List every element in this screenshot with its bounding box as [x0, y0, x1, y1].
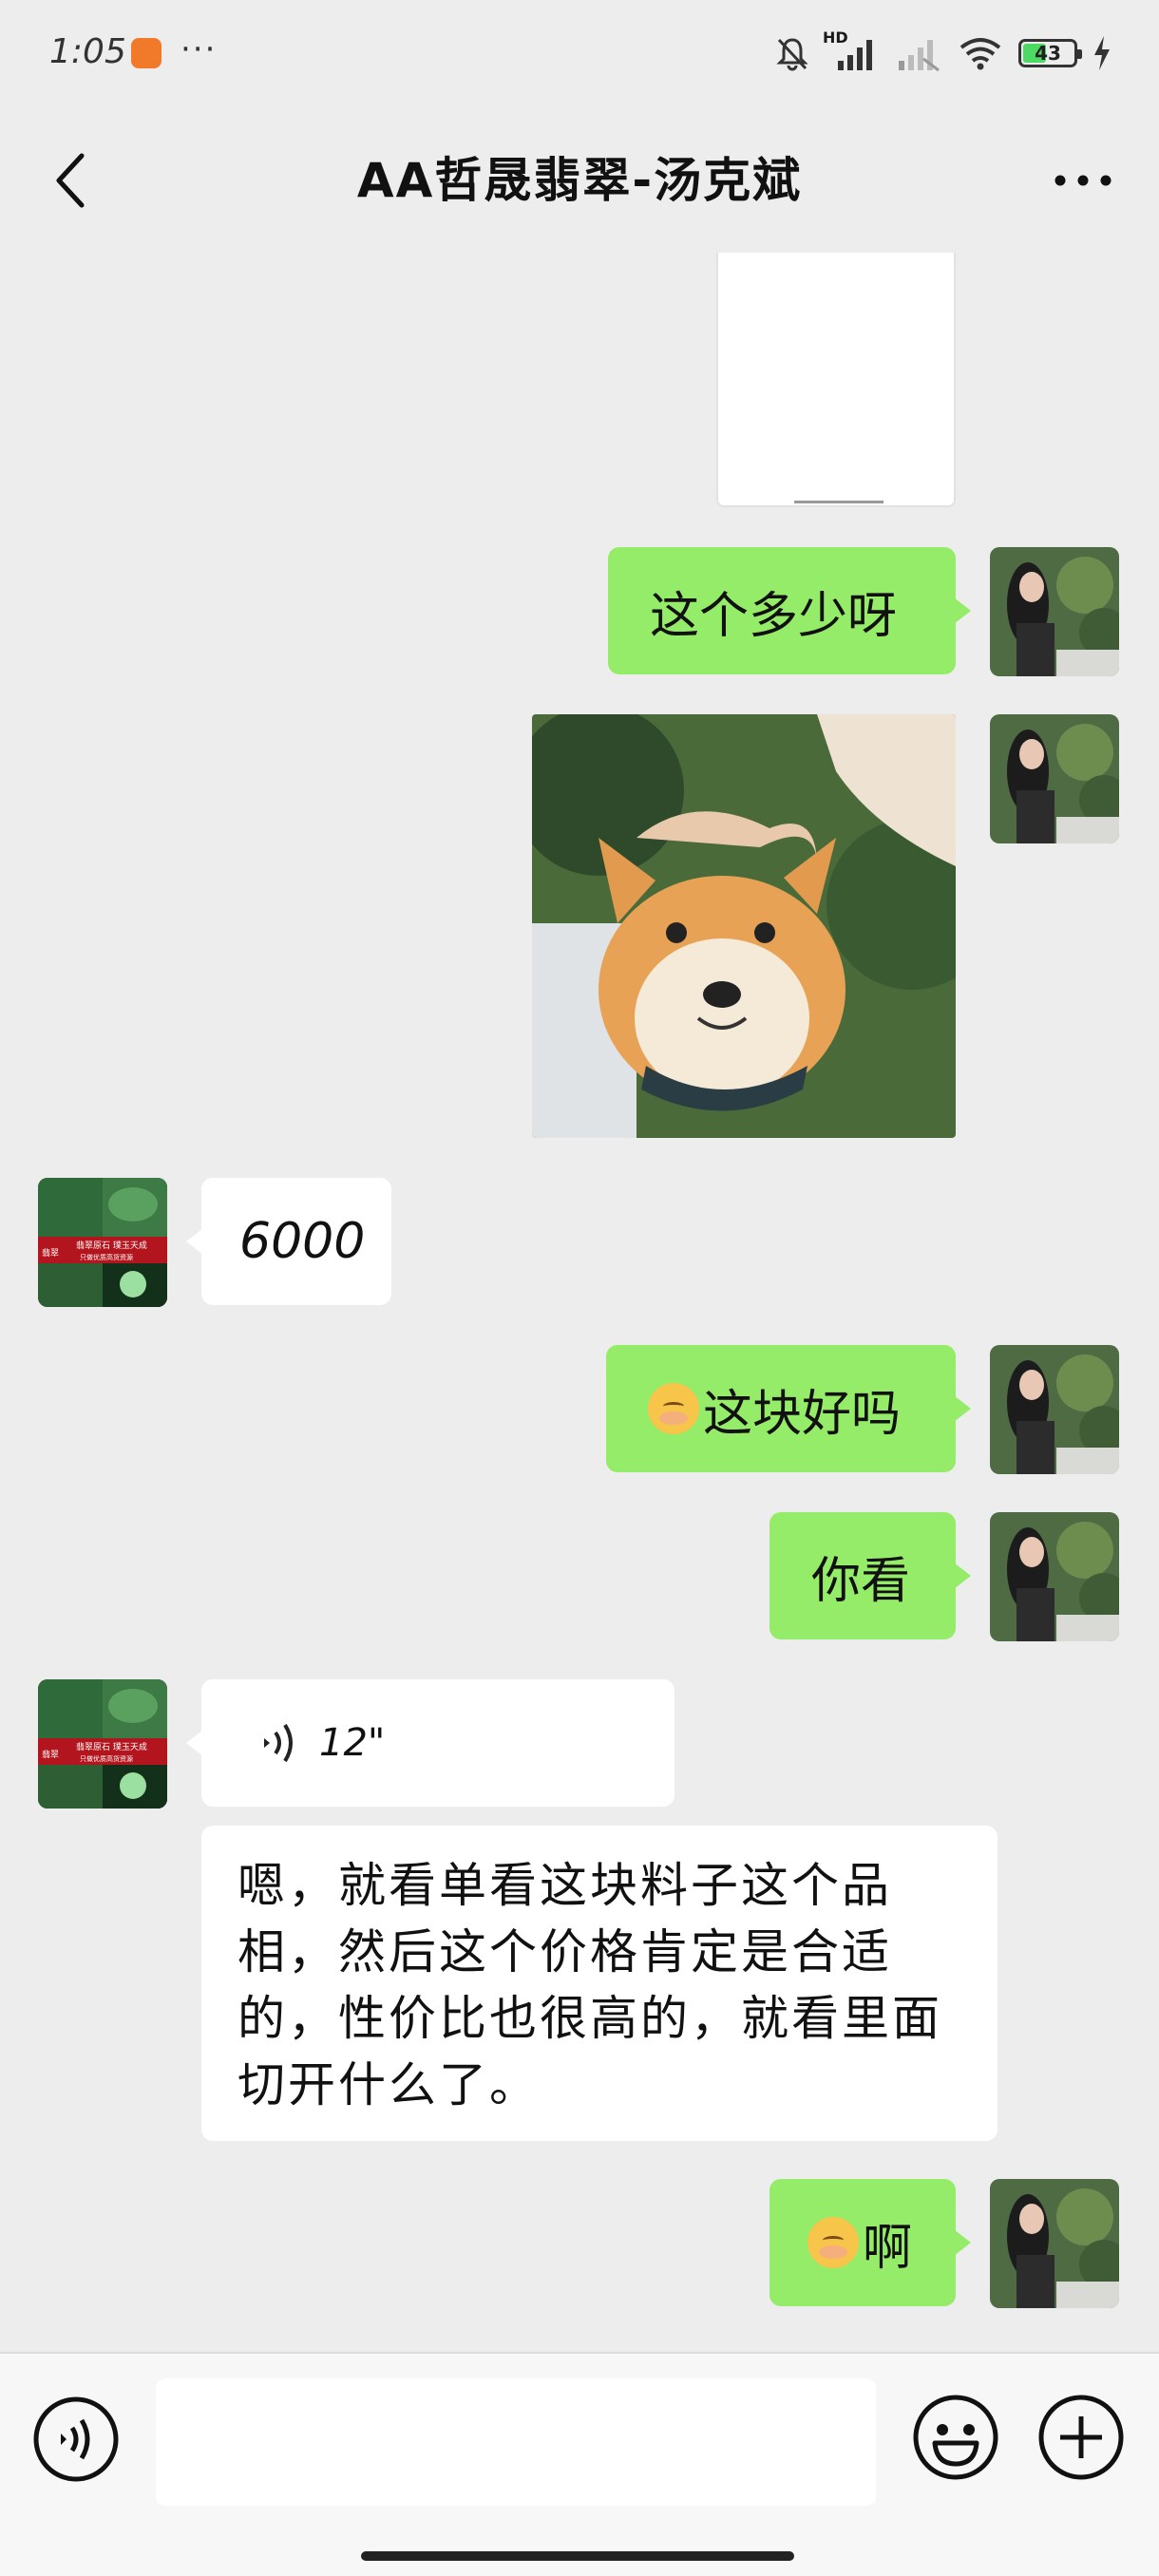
- more-notifications-icon: ···: [180, 30, 218, 68]
- contact-avatar-image: 翡翠原石 璞玉天成 只做优质高货资源 翡翠: [38, 1178, 167, 1307]
- voice-input-icon[interactable]: [32, 2396, 120, 2483]
- message-image-dog[interactable]: [532, 714, 956, 1138]
- plus-circle-icon[interactable]: [1037, 2394, 1125, 2481]
- avatar-caption-2: 只做优质高货资源: [80, 1253, 133, 1261]
- avatar-caption-side: 翡翠: [42, 1749, 59, 1760]
- message-input[interactable]: [156, 2378, 876, 2506]
- my-avatar-image: [990, 1512, 1119, 1641]
- avatar-caption-1: 翡翠原石 璞玉天成: [76, 1741, 147, 1752]
- wifi-icon: [960, 38, 1001, 70]
- status-icons: HD 43: [773, 28, 1112, 72]
- message-bubble-received[interactable]: 6000: [186, 1178, 391, 1305]
- back-button[interactable]: [44, 142, 101, 218]
- message-bubble-sent[interactable]: 你看: [770, 1512, 971, 1639]
- my-avatar[interactable]: [990, 2179, 1119, 2308]
- message-line: 嗯，就看单看这块料子这个品: [238, 1858, 892, 1913]
- chat-title: AA哲晟翡翠-汤克斌: [356, 153, 803, 208]
- contact-avatar[interactable]: 翡翠原石 璞玉天成 只做优质高货资源 翡翠: [38, 1679, 167, 1809]
- my-avatar[interactable]: [990, 1345, 1119, 1474]
- message-image-partial[interactable]: [716, 253, 956, 507]
- mute-bell-icon: [776, 38, 808, 71]
- voice-duration: 12": [319, 1721, 386, 1765]
- message-bubble-sent[interactable]: 啊: [770, 2179, 971, 2306]
- smiling-face-emoji: [808, 2217, 859, 2268]
- message-bubble-sent[interactable]: 这块好吗: [606, 1345, 971, 1472]
- input-bar: [0, 2352, 1159, 2576]
- message-text: 6000: [239, 1213, 366, 1270]
- message-line: 的，性价比也很高的，就看里面: [238, 1991, 942, 2046]
- message-text: 这个多少呀: [650, 587, 898, 645]
- avatar-caption-2: 只做优质高货资源: [80, 1754, 133, 1763]
- my-avatar-image: [990, 714, 1119, 843]
- my-avatar-image: [990, 2179, 1119, 2308]
- chat-screen: 1:05 ··· HD 43 AA哲晟翡翠-汤克斌 这个多少呀 翡翠原石 璞玉天…: [0, 0, 1159, 2576]
- message-line: 切开什么了。: [238, 2057, 540, 2112]
- contact-avatar[interactable]: 翡翠原石 璞玉天成 只做优质高货资源 翡翠: [38, 1178, 167, 1307]
- voice-wave-icon: [264, 1723, 293, 1763]
- notification-app-icon: [131, 38, 162, 68]
- battery-tip: [1077, 49, 1082, 59]
- charging-bolt-icon: [1094, 36, 1110, 70]
- message-bubble-sent[interactable]: 这个多少呀: [608, 547, 971, 674]
- cellular-signal-weak-icon: [899, 40, 940, 72]
- message-bubble-received[interactable]: 嗯，就看单看这块料子这个品 相，然后这个价格肯定是合适 的，性价比也很高的，就看…: [201, 1826, 998, 2141]
- emoji-icon[interactable]: [912, 2394, 999, 2481]
- message-text: 啊: [863, 2219, 913, 2277]
- my-avatar[interactable]: [990, 547, 1119, 676]
- message-line: 相，然后这个价格肯定是合适: [238, 1924, 892, 1979]
- my-avatar[interactable]: [990, 714, 1119, 843]
- cellular-signal-icon: HD: [823, 28, 880, 72]
- my-avatar[interactable]: [990, 1512, 1119, 1641]
- avatar-caption-side: 翡翠: [42, 1247, 59, 1259]
- my-avatar-image: [990, 1345, 1119, 1474]
- status-bar: 1:05 ··· HD 43: [0, 0, 1159, 104]
- message-list[interactable]: 这个多少呀 翡翠原石 璞玉天成 只做优质高货资源 翡翠 6000 这块好吗 你看…: [0, 253, 1159, 2352]
- avatar-caption-1: 翡翠原石 璞玉天成: [76, 1240, 147, 1251]
- chat-header: AA哲晟翡翠-汤克斌: [0, 104, 1159, 253]
- voice-message-bubble[interactable]: 12": [186, 1679, 674, 1807]
- message-text: 你看: [811, 1552, 911, 1610]
- dog-photo: [532, 714, 956, 1138]
- smiling-face-emoji: [648, 1383, 699, 1434]
- battery-level: 43: [1035, 42, 1061, 65]
- hd-label: HD: [823, 28, 848, 47]
- contact-avatar-image: 翡翠原石 璞玉天成 只做优质高货资源 翡翠: [38, 1679, 167, 1809]
- message-text: 这块好吗: [703, 1385, 902, 1443]
- status-time: 1:05: [49, 32, 126, 71]
- home-indicator[interactable]: [361, 2551, 794, 2561]
- more-options-button[interactable]: [1045, 152, 1121, 209]
- battery-icon: 43: [1018, 39, 1082, 67]
- image-underline: [794, 501, 884, 503]
- my-avatar-image: [990, 547, 1119, 676]
